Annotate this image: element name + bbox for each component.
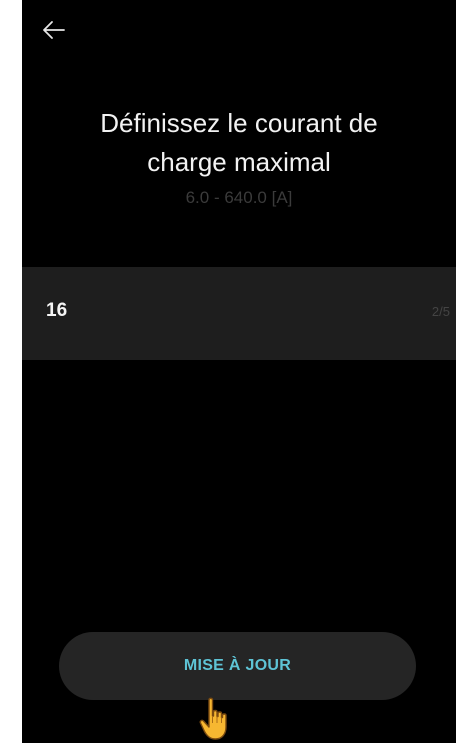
update-button[interactable]: MISE À JOUR [59,632,416,700]
character-counter: 2/5 [431,304,450,319]
current-input-field[interactable]: 16 2/5 [22,267,456,360]
page-title-line-2: charge maximal [147,147,331,177]
page-title-line-1: Définissez le courant de [100,108,378,138]
arrow-left-icon [43,21,65,39]
current-input-value[interactable]: 16 [46,300,67,322]
back-button[interactable] [36,12,72,48]
pointing-hand-cursor-icon [199,697,227,740]
update-button-label: MISE À JOUR [183,657,292,674]
title-block: Définissez le courant de charge maximal … [22,104,456,208]
range-hint: 6.0 - 640.0 [A] [185,188,293,207]
screen: Définissez le courant de charge maximal … [22,0,456,743]
